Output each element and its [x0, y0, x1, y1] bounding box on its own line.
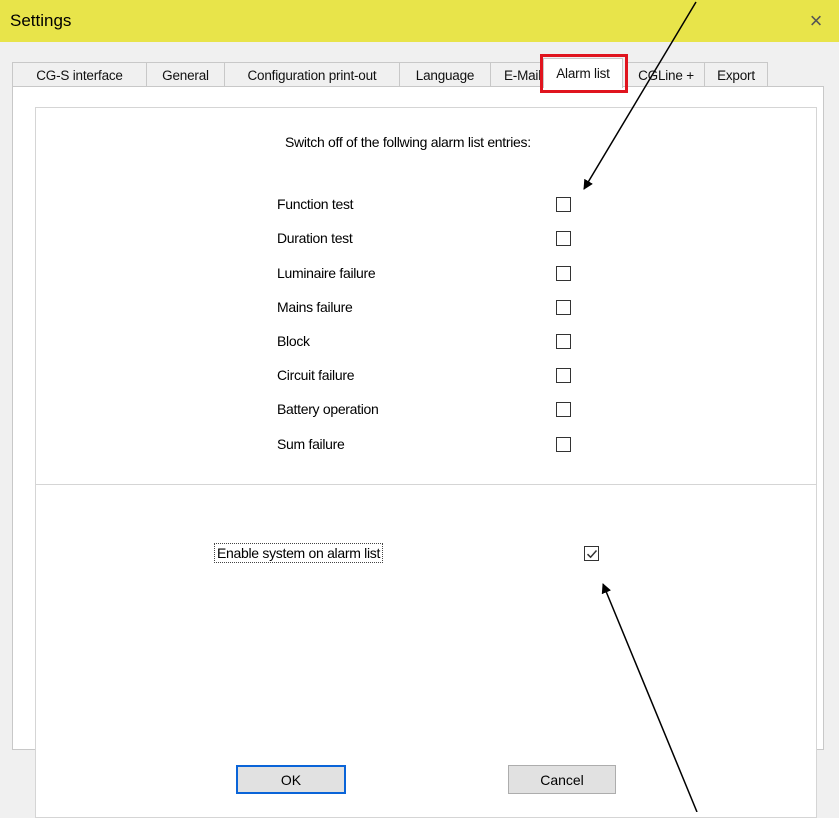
alarm-entry-row: Block — [277, 333, 597, 353]
settings-dialog: Settings × CG-S interface General Config… — [0, 0, 839, 818]
alarm-entry-row: Function test — [277, 196, 597, 216]
alarm-entry-row: Duration test — [277, 230, 597, 250]
highlight-box — [540, 54, 628, 93]
tab-configuration-print-out[interactable]: Configuration print-out — [224, 62, 400, 87]
tab-cgline-plus[interactable]: CGLine + — [627, 62, 705, 87]
alarm-entry-row: Mains failure — [277, 299, 597, 319]
alarm-entry-label: Circuit failure — [277, 367, 355, 383]
alarm-entry-label: Sum failure — [277, 436, 345, 452]
luminaire-failure-checkbox[interactable] — [556, 266, 571, 281]
alarm-entries-group — [35, 107, 817, 485]
close-icon[interactable]: × — [793, 0, 839, 42]
alarm-list-heading: Switch off of the follwing alarm list en… — [285, 134, 531, 150]
alarm-entry-row: Battery operation — [277, 401, 597, 421]
alarm-entry-label: Mains failure — [277, 299, 353, 315]
alarm-entry-label: Block — [277, 333, 310, 349]
alarm-entry-label: Luminaire failure — [277, 265, 376, 281]
tab-cg-s-interface[interactable]: CG-S interface — [12, 62, 147, 87]
alarm-entry-row: Luminaire failure — [277, 265, 597, 285]
alarm-entry-label: Function test — [277, 196, 354, 212]
alarm-entry-row: Circuit failure — [277, 367, 597, 387]
circuit-failure-checkbox[interactable] — [556, 368, 571, 383]
title-bar: Settings × — [0, 0, 839, 42]
alarm-entry-label: Battery operation — [277, 401, 379, 417]
tab-general[interactable]: General — [146, 62, 225, 87]
window-title: Settings — [10, 11, 72, 30]
duration-test-checkbox[interactable] — [556, 231, 571, 246]
checkmark-icon — [586, 549, 597, 558]
block-checkbox[interactable] — [556, 334, 571, 349]
alarm-entry-row: Sum failure — [277, 436, 597, 456]
enable-system-label[interactable]: Enable system on alarm list — [213, 543, 384, 563]
enable-system-checkbox[interactable] — [584, 546, 599, 561]
cancel-button[interactable]: Cancel — [508, 765, 616, 794]
enable-system-group — [35, 484, 817, 818]
tab-language[interactable]: Language — [399, 62, 491, 87]
mains-failure-checkbox[interactable] — [556, 300, 571, 315]
tab-export[interactable]: Export — [704, 62, 768, 87]
battery-operation-checkbox[interactable] — [556, 402, 571, 417]
sum-failure-checkbox[interactable] — [556, 437, 571, 452]
ok-button[interactable]: OK — [236, 765, 346, 794]
alarm-entry-label: Duration test — [277, 230, 353, 246]
function-test-checkbox[interactable] — [556, 197, 571, 212]
